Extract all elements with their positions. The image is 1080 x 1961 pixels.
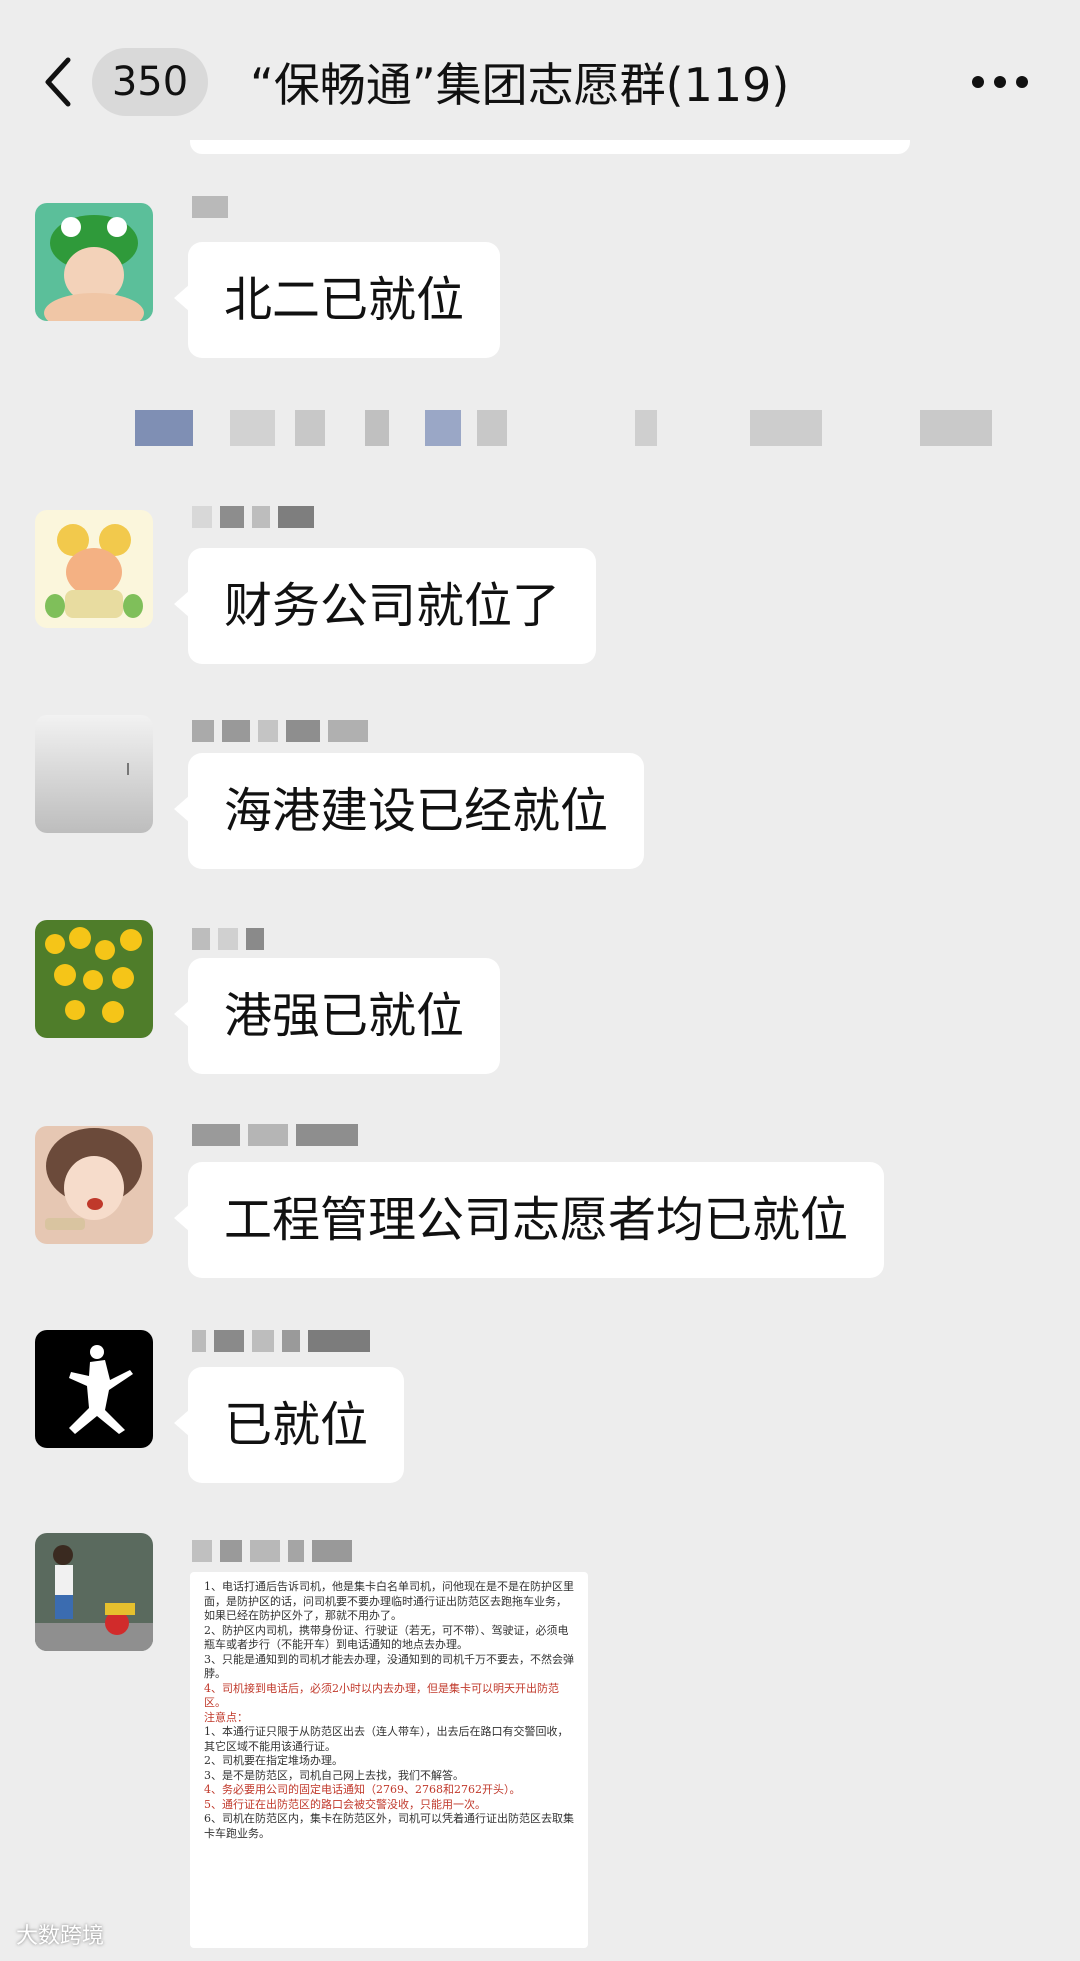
avatar[interactable]: [35, 510, 153, 628]
system-notice-blurred: [135, 410, 1015, 450]
document-line: 4、务必要用公司的固定电话通知（2769、2768和2762开头）。: [204, 1783, 521, 1796]
notice-document-image[interactable]: 1、电话打通后告诉司机，他是集卡白名单司机，问他现在是不是在防护区里面，是防护区…: [190, 1572, 588, 1948]
document-line: 5、通行证在出防范区的路口会被交警没收，只能用一次。: [204, 1797, 486, 1811]
document-line: 3、是不是防范区，司机自己网上去找，我们不解答。: [204, 1768, 464, 1782]
watermark: 大数跨境: [16, 1924, 105, 1949]
avatar[interactable]: [35, 1126, 153, 1244]
previous-message-edge: [190, 140, 910, 154]
chat-title: “保畅通”集团志愿群(119): [250, 58, 790, 112]
unread-count-badge[interactable]: 350: [92, 48, 208, 116]
sender-name-blurred: [192, 1540, 360, 1566]
message-bubble[interactable]: 工程管理公司志愿者均已就位: [173, 1162, 885, 1278]
document-line: 2、司机要在指定堆场办理。: [204, 1754, 343, 1767]
sender-name-blurred: [192, 506, 322, 532]
document-line: 1、电话打通后告诉司机，他是集卡白名单司机，问他现在是不是在防护区里面，是防护区…: [204, 1580, 574, 1622]
sender-name-blurred: [192, 1124, 366, 1150]
avatar[interactable]: [35, 1533, 153, 1651]
message-bubble[interactable]: 海港建设已经就位: [173, 753, 645, 869]
document-line: 3、只能是通知到的司机才能去办理，没通知到的司机千万不要去，不然会弹脖。: [204, 1652, 574, 1681]
sender-name-blurred: [192, 196, 236, 222]
document-line: 4、司机接到电话后，必须2小时以内去办理，但是集卡可以明天开出防范区。: [204, 1681, 559, 1710]
sender-name-blurred: [192, 928, 272, 954]
document-line: 注意点：: [204, 1710, 248, 1724]
document-line: 6、司机在防范区内，集卡在防范区外，司机可以凭着通行证出防范区去取集卡车跑业务。: [204, 1812, 574, 1840]
message-bubble[interactable]: 已就位: [173, 1367, 405, 1483]
avatar[interactable]: [35, 715, 153, 833]
document-line: 1、本通行证只限于从防范区出去（连人带车），出去后在路口有交警回收，其它区域不能…: [204, 1725, 569, 1753]
message-bubble[interactable]: 港强已就位: [173, 958, 501, 1074]
sender-name-blurred: [192, 1330, 378, 1356]
avatar[interactable]: [35, 920, 153, 1038]
more-options-icon[interactable]: [970, 70, 1030, 94]
sender-name-blurred: [192, 720, 376, 746]
avatar[interactable]: [35, 1330, 153, 1448]
avatar[interactable]: [35, 203, 153, 321]
document-line: 2、防护区内司机，携带身份证、行驶证（若无，可不带）、驾驶证，必须电瓶车或者步行…: [204, 1623, 569, 1652]
message-bubble[interactable]: 北二已就位: [173, 242, 501, 358]
back-arrow-icon[interactable]: [38, 52, 78, 112]
message-bubble[interactable]: 财务公司就位了: [173, 548, 597, 664]
